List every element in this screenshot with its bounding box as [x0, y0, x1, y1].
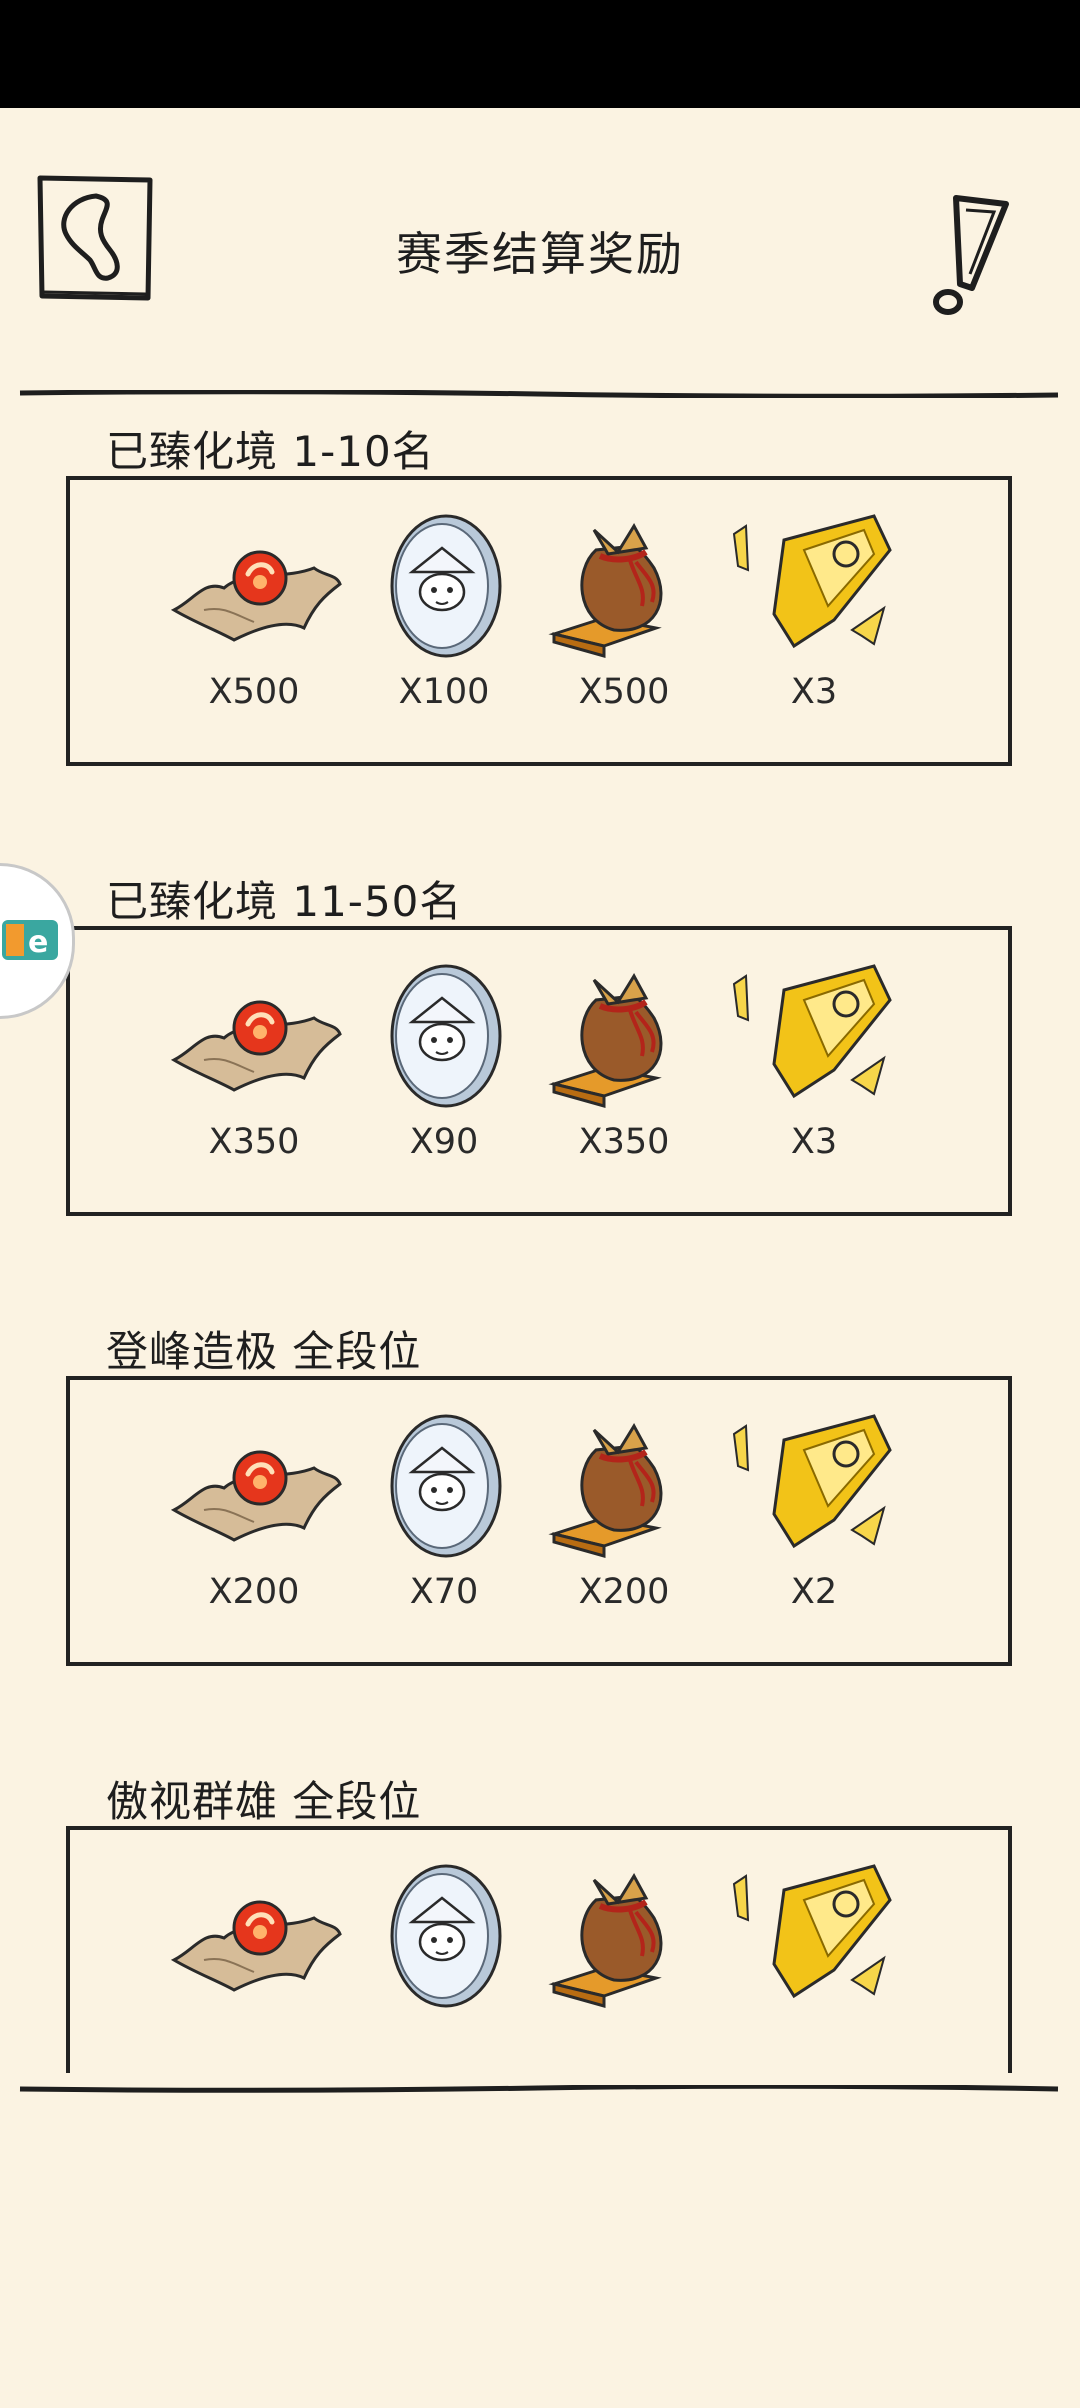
- reward-box: X350 X90 X350 X3: [66, 926, 1012, 1216]
- reward-box: X500 X100 X500 X3: [66, 476, 1012, 766]
- reward-count: X500: [208, 672, 300, 712]
- status-bar: [0, 0, 1080, 108]
- reward-item[interactable]: X3: [724, 510, 904, 750]
- reward-item[interactable]: X70: [354, 1410, 534, 1650]
- pearl-on-cloth-icon: [164, 510, 344, 660]
- reward-item[interactable]: [534, 1860, 714, 2073]
- tier-title: 傲视群雄 全段位: [106, 1777, 422, 1826]
- reward-count: X500: [578, 672, 670, 712]
- golden-shard-icon: [724, 1860, 904, 2010]
- reward-box: X200 X70 X200 X2: [66, 1376, 1012, 1666]
- season-rewards-screen: 赛季结算奖励 已臻化境 1-10名 X500 X100 X500 X3 已臻化境 11-5…: [0, 108, 1080, 2408]
- reward-item[interactable]: X350: [534, 960, 714, 1200]
- reward-box: [66, 1826, 1012, 2073]
- money-pouch-icon: [534, 510, 714, 660]
- svg-text:e: e: [28, 925, 48, 960]
- reward-list[interactable]: 已臻化境 1-10名 X500 X100 X500 X3 已臻化境 11-50名 X350 X…: [0, 408, 1080, 2073]
- reward-item[interactable]: X200: [534, 1410, 714, 1650]
- money-pouch-icon: [534, 960, 714, 1110]
- reward-count: X3: [790, 672, 838, 712]
- reward-count: X200: [578, 1572, 670, 1612]
- reward-count: X100: [398, 672, 490, 712]
- reward-item[interactable]: X350: [164, 960, 344, 1200]
- reward-item[interactable]: X200: [164, 1410, 344, 1650]
- reward-count: X350: [208, 1122, 300, 1162]
- reward-count: X3: [790, 1122, 838, 1162]
- reward-item[interactable]: X90: [354, 960, 534, 1200]
- app-logo-icon: e: [2, 920, 58, 960]
- money-pouch-icon: [534, 1860, 714, 2010]
- reward-item[interactable]: [354, 1860, 534, 2073]
- reward-item[interactable]: X500: [164, 510, 344, 750]
- silver-coin-icon: [354, 1860, 534, 2010]
- pearl-on-cloth-icon: [164, 960, 344, 1110]
- reward-item[interactable]: X500: [534, 510, 714, 750]
- tier-title: 登峰造极 全段位: [106, 1327, 422, 1376]
- reward-item[interactable]: X3: [724, 960, 904, 1200]
- reward-item[interactable]: X100: [354, 510, 534, 750]
- reward-count: X350: [578, 1122, 670, 1162]
- exclamation-icon[interactable]: [930, 192, 1020, 322]
- reward-item[interactable]: X2: [724, 1410, 904, 1650]
- reward-count: X70: [409, 1572, 479, 1612]
- tier-title: 已臻化境 11-50名: [106, 877, 463, 926]
- reward-count: X200: [208, 1572, 300, 1612]
- header-divider: [19, 390, 1059, 398]
- reward-item[interactable]: [164, 1860, 344, 2073]
- golden-shard-icon: [724, 960, 904, 1110]
- reward-item[interactable]: [724, 1860, 904, 2073]
- reward-count: X90: [409, 1122, 479, 1162]
- silver-coin-icon: [354, 510, 534, 660]
- reward-count: X2: [790, 1572, 838, 1612]
- money-pouch-icon: [534, 1410, 714, 1560]
- tier-title: 已臻化境 1-10名: [106, 427, 435, 476]
- pearl-on-cloth-icon: [164, 1410, 344, 1560]
- silver-coin-icon: [354, 1410, 534, 1560]
- page-title: 赛季结算奖励: [396, 227, 684, 281]
- golden-shard-icon: [724, 510, 904, 660]
- footer-divider: [19, 2085, 1059, 2093]
- pearl-on-cloth-icon: [164, 1860, 344, 2010]
- golden-shard-icon: [724, 1410, 904, 1560]
- silver-coin-icon: [354, 960, 534, 1110]
